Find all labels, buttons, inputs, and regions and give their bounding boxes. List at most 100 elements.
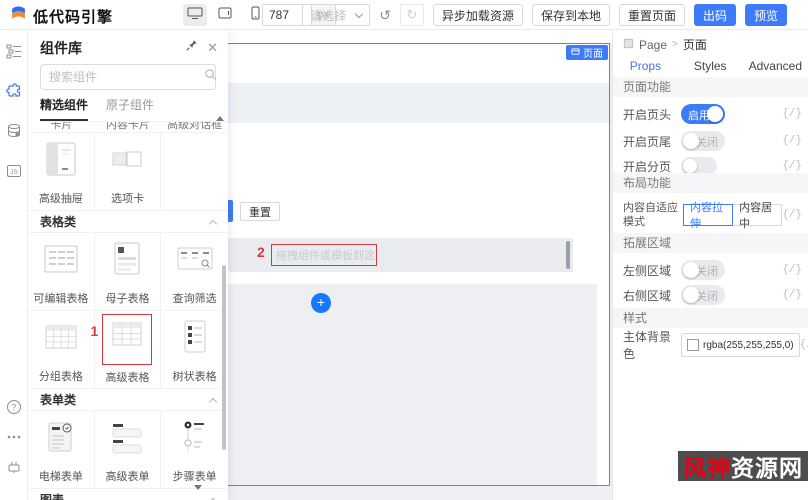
reset-page-button[interactable]: 重置页面 (618, 4, 685, 26)
component-label: 分组表格 (38, 371, 83, 383)
tab-advanced[interactable]: Advanced (743, 54, 808, 79)
content-fit-segmented: 内容拉伸 内容居中 (683, 202, 783, 230)
category-header[interactable]: 图表 (28, 489, 228, 500)
body-background-color-input[interactable]: rgba(255,255,255,0) (681, 333, 800, 357)
tab-featured-components[interactable]: 精选组件 (40, 96, 89, 121)
category-header[interactable]: 表单类 (28, 389, 228, 411)
component-icon-box (171, 237, 219, 286)
component-icon-box (37, 315, 85, 364)
drop-zone-scrollbar[interactable] (566, 241, 570, 269)
component-item[interactable]: 可编辑表格 (28, 233, 95, 311)
clipped-component-row: 卡片 内容卡片 高级对话框 (28, 122, 228, 133)
page-header-placeholder-band (197, 83, 609, 123)
save-local-button[interactable]: 保存到本地 (531, 4, 610, 26)
sidebar-item-components[interactable] (5, 82, 23, 102)
component-item[interactable]: 高级表单 (94, 411, 162, 489)
device-desktop-button[interactable] (183, 4, 207, 26)
search-icon (204, 68, 217, 86)
category-label: 表格类 (40, 215, 77, 229)
bind-variable-icon[interactable]: {/} (782, 289, 802, 301)
component-library-panel: 组件库 ✕ 精选组件 原子组件 卡片 内容卡片 高级对话框高级抽屉 选项卡表格类可编辑… (28, 30, 228, 500)
undo-button[interactable]: ↺ (379, 4, 391, 26)
component-label: 选项卡 (110, 193, 144, 205)
sidebar-item-more[interactable] (5, 430, 23, 448)
left-area-toggle[interactable]: 关闭 (681, 260, 725, 280)
js-icon: JS (6, 163, 22, 184)
bind-variable-icon[interactable]: {/} (800, 339, 808, 351)
top-toolbar: 低代码引擎 px 请选择 ↺ ↻ 异步加载资源 保存到本地 重 (0, 0, 808, 30)
component-item[interactable]: 1 高级表格 (90, 311, 162, 389)
content-center-option[interactable]: 内容居中 (732, 202, 783, 230)
component-item[interactable]: 树状表格 (161, 311, 228, 389)
svg-text:JS: JS (10, 169, 18, 176)
annotation-step-2: 2 (257, 244, 265, 260)
row-label: 左侧区域 (623, 263, 672, 278)
canvas-reset-button[interactable]: 重置 (240, 202, 280, 221)
component-item[interactable]: 电梯表单 (28, 411, 95, 489)
component-item[interactable]: 分组表格 (28, 311, 95, 389)
sidebar-item-datasource[interactable] (5, 123, 23, 142)
content-stretch-option[interactable]: 内容拉伸 (683, 202, 734, 230)
right-area-toggle[interactable]: 关闭 (681, 285, 725, 305)
add-component-button[interactable]: + (311, 293, 331, 313)
breadcrumb-current: 页面 (682, 38, 707, 52)
redo-button[interactable]: ↻ (399, 4, 424, 26)
elevator-form-icon (39, 422, 83, 461)
pin-icon[interactable] (185, 39, 198, 57)
bind-variable-icon[interactable]: {/} (782, 209, 802, 221)
sidebar-item-js[interactable]: JS (5, 164, 23, 182)
tab-props[interactable]: Props (613, 54, 678, 80)
codegen-button[interactable]: 出码 (693, 4, 736, 26)
scroll-down-icon[interactable] (194, 485, 202, 490)
hidden-blue-button[interactable] (228, 200, 233, 222)
page-canvas[interactable]: 重置 2 拖拽组件或模板到这里 + 页面 (196, 43, 610, 486)
section-extension-area: 拓展区域 (613, 233, 808, 253)
component-icon-box (171, 415, 219, 464)
device-tablet-button[interactable] (213, 4, 237, 26)
sidebar-item-help[interactable]: ? (5, 399, 23, 418)
row-enable-header: 开启页头 启用 {/} (623, 102, 802, 126)
watermark-red-text: 风神 (683, 455, 731, 481)
component-item[interactable]: 母子表格 (94, 233, 162, 311)
preview-button[interactable]: 预览 (744, 4, 787, 26)
bind-variable-icon[interactable]: {/} (782, 135, 802, 147)
settings-panel: Page > 页面 Props Styles Advanced 页面功能 开启页… (612, 30, 808, 500)
left-icon-sidebar: JS? (0, 30, 28, 500)
tab-styles[interactable]: Styles (678, 54, 743, 79)
enable-footer-toggle[interactable]: 关闭 (681, 131, 725, 151)
component-label: 内容卡片 (105, 122, 150, 131)
component-item[interactable]: 高级抽屉 (28, 133, 95, 211)
desktop-icon (187, 6, 203, 25)
breadcrumb-separator: > (672, 39, 678, 50)
parent-child-table-icon (105, 242, 149, 283)
component-icon-box: 1 (90, 314, 153, 365)
bind-variable-icon[interactable]: {/} (782, 264, 802, 276)
app-title: 低代码引擎 (33, 8, 114, 26)
scenario-select[interactable]: 请选择 (302, 4, 371, 26)
component-item[interactable]: 查询筛选 (161, 233, 228, 311)
async-load-button[interactable]: 异步加载资源 (432, 4, 523, 26)
chevron-down-icon (354, 9, 364, 18)
bind-variable-icon[interactable]: {/} (782, 108, 802, 120)
watermark: 风神 资源网 (678, 451, 808, 481)
library-scrollbar[interactable] (222, 265, 226, 450)
component-item[interactable]: 选项卡 (94, 133, 162, 211)
section-layout-features: 布局功能 (613, 173, 808, 193)
category-header[interactable]: 表格类 (28, 211, 228, 233)
enable-header-toggle[interactable]: 启用 (681, 104, 725, 124)
component-icon-box (103, 237, 151, 286)
component-item[interactable]: 步骤表单 (161, 411, 228, 489)
component-icon-box (103, 415, 151, 464)
sidebar-item-outline[interactable] (5, 44, 23, 62)
bind-variable-icon[interactable]: {/} (782, 160, 802, 172)
page-selection-tag[interactable]: 页面 (566, 45, 608, 60)
library-search-input[interactable] (49, 70, 204, 84)
close-icon[interactable]: ✕ (207, 40, 218, 56)
breadcrumb-root[interactable]: Page (639, 38, 667, 52)
tab-atomic-components[interactable]: 原子组件 (106, 96, 154, 121)
library-title: 组件库 (40, 40, 82, 56)
scroll-up-icon[interactable] (216, 116, 224, 121)
sidebar-item-plugin[interactable] (5, 460, 23, 478)
row-left-area: 左侧区域 关闭 {/} (623, 258, 802, 282)
chevron-up-icon (208, 219, 218, 228)
